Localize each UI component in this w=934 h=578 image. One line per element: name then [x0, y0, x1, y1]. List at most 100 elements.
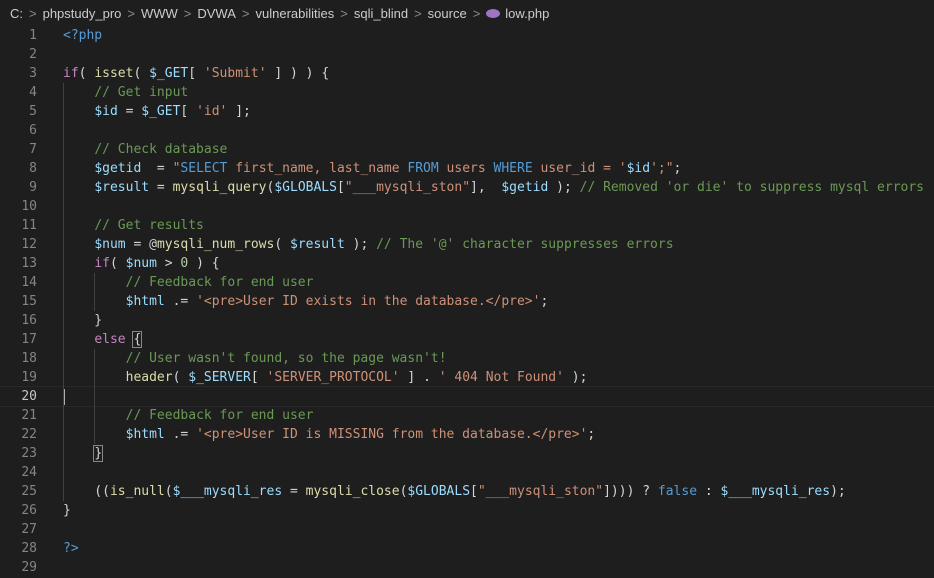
code-text: } — [63, 501, 934, 520]
code-line[interactable]: 17 else { — [0, 330, 934, 349]
code-token: user_id = ' — [532, 161, 627, 176]
code-line[interactable]: 5 $id = $_GET[ 'id' ]; — [0, 102, 934, 121]
code-token: $result — [290, 237, 345, 252]
code-token: $___mysqli_res — [172, 484, 283, 499]
code-text: $result = mysqli_query($GLOBALS["___mysq… — [63, 178, 934, 197]
code-line[interactable]: 9 $result = mysqli_query($GLOBALS["___my… — [0, 178, 934, 197]
code-token: $id — [94, 104, 118, 119]
code-line[interactable]: 18 // User wasn't found, so the page was… — [0, 349, 934, 368]
breadcrumb-separator: > — [414, 5, 422, 21]
breadcrumb-item[interactable]: source — [428, 6, 467, 21]
breadcrumb-item[interactable]: sqli_blind — [354, 6, 408, 21]
code-line[interactable]: 29 — [0, 558, 934, 577]
breadcrumb-separator: > — [29, 5, 37, 21]
breadcrumb-item[interactable]: DVWA — [197, 6, 236, 21]
code-token: [ — [250, 370, 267, 385]
indent-guide — [63, 463, 64, 482]
code-line[interactable]: 10 — [0, 197, 934, 216]
code-token: ); — [563, 370, 588, 385]
indent-guide — [63, 140, 64, 159]
code-token: 'Submit' — [203, 66, 267, 81]
indent-guide — [94, 349, 96, 368]
code-text: else { — [63, 330, 934, 349]
breadcrumb-file[interactable]: low.php — [505, 6, 549, 21]
code-text: $id = $_GET[ 'id' ]; — [63, 102, 934, 121]
code-text: } — [63, 444, 934, 463]
breadcrumb-separator: > — [340, 5, 348, 21]
breadcrumb-item[interactable]: vulnerabilities — [256, 6, 335, 21]
code-line[interactable]: 1 <?php — [0, 26, 934, 45]
code-line[interactable]: 26} — [0, 501, 934, 520]
code-token: $result — [94, 180, 150, 195]
code-line[interactable]: 14 // Feedback for end user — [0, 273, 934, 292]
code-line[interactable]: 8 $getid = "SELECT first_name, last_name… — [0, 159, 934, 178]
code-line[interactable]: 12 $num = @mysqli_num_rows( $result ); /… — [0, 235, 934, 254]
code-token: } — [63, 313, 103, 328]
line-number: 7 — [29, 142, 37, 157]
code-text: // Feedback for end user — [63, 406, 934, 425]
code-text — [63, 463, 934, 482]
indent-guide — [63, 159, 64, 178]
line-number: 25 — [21, 484, 37, 499]
code-line[interactable]: 4 // Get input — [0, 83, 934, 102]
code-line[interactable]: 11 // Get results — [0, 216, 934, 235]
code-line[interactable]: 21 // Feedback for end user — [0, 406, 934, 425]
line-number: 15 — [21, 294, 37, 309]
line-number: 24 — [21, 465, 37, 480]
line-number: 28 — [21, 541, 37, 556]
code-token: : — [697, 484, 721, 499]
breadcrumb: C: > phpstudy_pro > WWW > DVWA > vulnerabilities… — [0, 0, 934, 26]
code-line[interactable]: 24 — [0, 463, 934, 482]
code-token: $_GET — [149, 66, 189, 81]
code-line[interactable]: 19 header( $_SERVER[ 'SERVER_PROTOCOL' ]… — [0, 368, 934, 387]
code-line[interactable]: 13 if( $num > 0 ) { — [0, 254, 934, 273]
line-number: 2 — [29, 47, 37, 62]
code-token: $_SERVER — [188, 370, 251, 385]
code-token: $getid — [94, 161, 142, 176]
code-text — [63, 121, 934, 140]
code-line[interactable]: 7 // Check database — [0, 140, 934, 159]
code-line[interactable]: 25 ((is_null($___mysqli_res = mysqli_clo… — [0, 482, 934, 501]
code-line[interactable]: 20 — [0, 386, 934, 407]
code-line[interactable]: 2 — [0, 45, 934, 64]
code-line[interactable]: 3 if( isset( $_GET[ 'Submit' ] ) ) { — [0, 64, 934, 83]
code-line[interactable]: 15 $html .= '<pre>User ID exists in the … — [0, 292, 934, 311]
breadcrumb-item[interactable]: WWW — [141, 6, 178, 21]
indent-guide — [63, 330, 64, 349]
code-token: 'id' — [196, 104, 228, 119]
indent-guide — [63, 425, 64, 444]
code-token: $getid — [501, 180, 549, 195]
code-token: ) { — [188, 256, 220, 271]
code-token: ] ) ) { — [266, 66, 330, 81]
indent-guide — [94, 292, 96, 311]
code-token: // Removed 'or die' to suppress mysql er… — [579, 180, 924, 195]
code-token: // User wasn't found, so the page wasn't… — [125, 351, 447, 366]
line-number: 11 — [21, 218, 37, 233]
indent-guide — [63, 216, 64, 235]
code-line[interactable]: 23 } — [0, 444, 934, 463]
code-text — [63, 197, 934, 216]
code-text: $num = @mysqli_num_rows( $result ); // T… — [63, 235, 934, 254]
code-token: $_GET — [141, 104, 181, 119]
code-token: [ — [188, 66, 204, 81]
code-token: ); — [830, 484, 846, 499]
breadcrumb-item[interactable]: phpstudy_pro — [43, 6, 122, 21]
code-line[interactable]: 6 — [0, 121, 934, 140]
code-token: $id — [626, 161, 651, 176]
code-token: } — [93, 445, 104, 462]
breadcrumb-separator: > — [127, 5, 135, 21]
code-token: ( — [109, 256, 126, 271]
code-line[interactable]: 28 ?> — [0, 539, 934, 558]
code-editor[interactable]: 1 <?php 2 3 if( isset( $_GET[ 'Submit' ] ) )… — [0, 26, 934, 577]
code-line[interactable]: 16 } — [0, 311, 934, 330]
line-number: 22 — [21, 427, 37, 442]
code-token: SELECT — [180, 161, 228, 176]
code-line[interactable]: 27 — [0, 520, 934, 539]
breadcrumb-item[interactable]: C: — [10, 6, 23, 21]
code-token: } — [63, 503, 71, 518]
code-token: [ — [336, 180, 345, 195]
code-line[interactable]: 22 $html .= '<pre>User ID is MISSING fro… — [0, 425, 934, 444]
